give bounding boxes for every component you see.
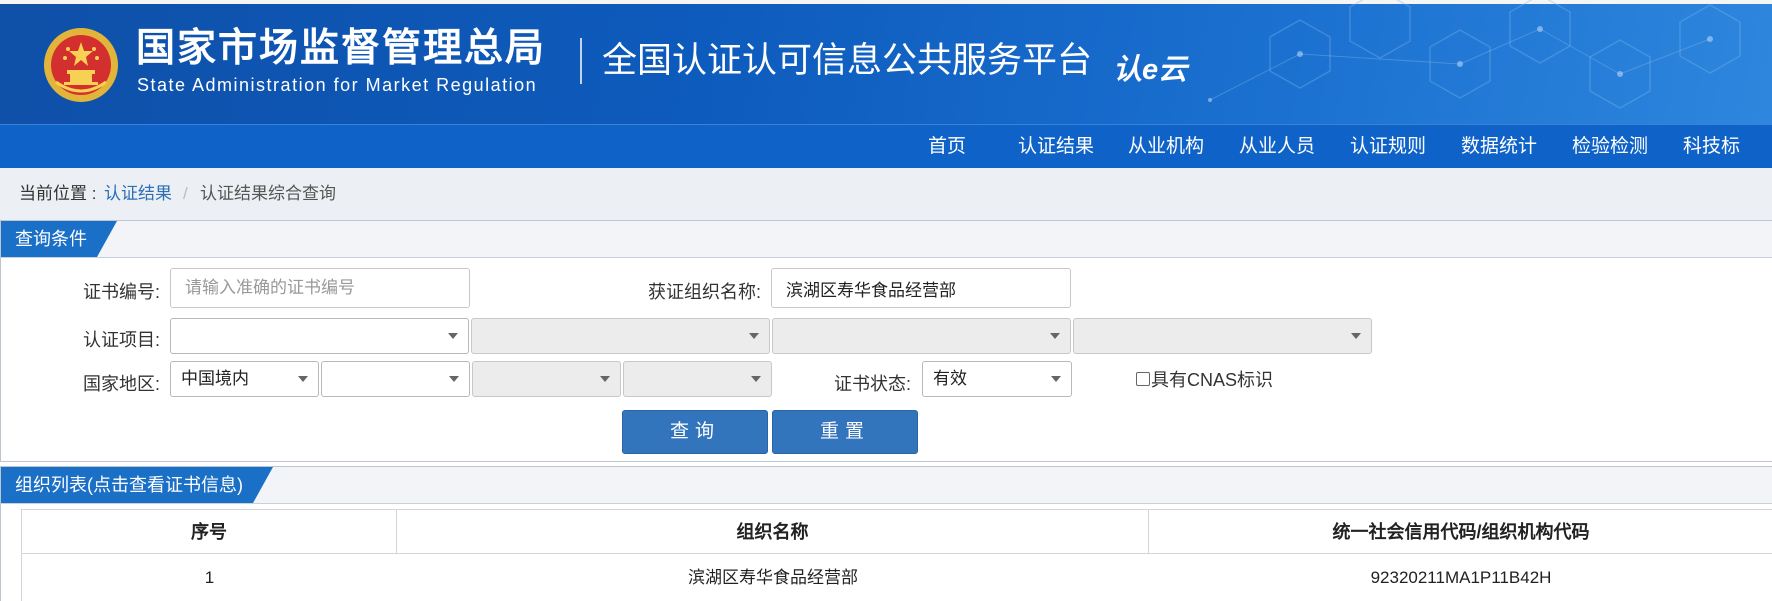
cert-status-label: 证书状态:	[834, 374, 912, 394]
region-country-value: 中国境内	[181, 369, 249, 388]
org-list-header: 组织列表(点击查看证书信息)	[1, 467, 1772, 504]
cert-item-select-1[interactable]	[170, 318, 469, 354]
org-table: 序号 组织名称 统一社会信用代码/组织机构代码 1 滨湖区寿华食品经营部 923…	[21, 509, 1772, 601]
hexagon-pattern-decoration	[1208, 0, 1741, 109]
agency-name-cn: 国家市场监督管理总局	[136, 27, 547, 70]
region-city-select[interactable]	[472, 361, 621, 397]
main-nav: 首页 认证结果 从业机构 从业人员 认证规则 数据统计 检验检测 科技标	[0, 124, 1772, 169]
query-panel-header: 查询条件	[1, 221, 1772, 258]
breadcrumb: 当前位置 : 认证结果 / 认证结果综合查询	[0, 168, 1772, 221]
nav-item-cert-rules[interactable]: 认证规则	[1350, 125, 1426, 169]
column-header-org-name: 组织名称	[397, 510, 1149, 554]
chevron-down-icon	[1050, 333, 1060, 339]
cert-item-select-4[interactable]	[1073, 318, 1372, 354]
table-cell-index: 1	[204, 568, 215, 587]
platform-name: 全国认证认可信息公共服务平台	[602, 41, 1093, 80]
cert-status-value: 有效	[933, 369, 967, 388]
cert-item-select-3[interactable]	[772, 318, 1071, 354]
chevron-down-icon	[751, 376, 761, 382]
chevron-down-icon	[749, 333, 759, 339]
national-emblem-icon	[44, 28, 118, 102]
chevron-down-icon	[600, 376, 610, 382]
org-list-title: 组织列表(点击查看证书信息)	[1, 467, 273, 503]
breadcrumb-prefix: 当前位置 :	[19, 184, 97, 203]
nav-item-tech-standards[interactable]: 科技标	[1683, 125, 1740, 169]
header-banner: 国家市场监督管理总局 State Administration for Mark…	[0, 0, 1772, 124]
org-name-input[interactable]	[771, 268, 1071, 308]
chevron-down-icon	[298, 376, 308, 382]
cnas-checkbox-label: 具有CNAS标识	[1151, 370, 1274, 390]
table-cell-credit-code: 92320211MA1P11B42H	[1370, 568, 1552, 587]
nav-item-home[interactable]: 首页	[928, 125, 966, 169]
cert-item-label: 认证项目:	[83, 330, 161, 350]
nav-item-institutions[interactable]: 从业机构	[1128, 125, 1204, 169]
nav-item-testing[interactable]: 检验检测	[1572, 125, 1648, 169]
chevron-down-icon	[449, 376, 459, 382]
nav-item-cert-results[interactable]: 认证结果	[1018, 125, 1094, 169]
org-name-label: 获证组织名称:	[648, 282, 762, 302]
column-header-credit-code: 统一社会信用代码/组织机构代码	[1149, 510, 1772, 554]
breadcrumb-current: 认证结果综合查询	[200, 184, 336, 203]
chevron-down-icon	[1351, 333, 1361, 339]
chevron-down-icon	[1051, 376, 1061, 382]
nav-item-personnel[interactable]: 从业人员	[1239, 125, 1315, 169]
cnas-checkbox[interactable]	[1136, 372, 1150, 386]
region-label: 国家地区:	[83, 374, 161, 394]
cert-number-input[interactable]	[170, 268, 470, 308]
agency-name-en: State Administration for Market Regulati…	[137, 75, 538, 95]
column-header-index: 序号	[22, 510, 397, 554]
breadcrumb-link-cert-results[interactable]: 认证结果	[104, 168, 172, 220]
query-button[interactable]: 查询	[622, 410, 768, 454]
reset-button[interactable]: 重置	[772, 410, 918, 454]
brand-logo: 认e云	[1113, 54, 1188, 86]
query-panel-title: 查询条件	[1, 221, 117, 257]
header-divider	[580, 38, 582, 84]
breadcrumb-separator: /	[183, 184, 188, 203]
region-country-select[interactable]: 中国境内	[170, 361, 319, 397]
table-cell-org-name[interactable]: 滨湖区寿华食品经营部	[397, 554, 1149, 601]
chevron-down-icon	[448, 333, 458, 339]
cert-number-label: 证书编号:	[83, 282, 161, 302]
cert-status-select[interactable]: 有效	[922, 361, 1072, 397]
region-province-select[interactable]	[321, 361, 470, 397]
cert-item-select-2[interactable]	[471, 318, 770, 354]
region-district-select[interactable]	[623, 361, 772, 397]
nav-item-statistics[interactable]: 数据统计	[1461, 125, 1537, 169]
